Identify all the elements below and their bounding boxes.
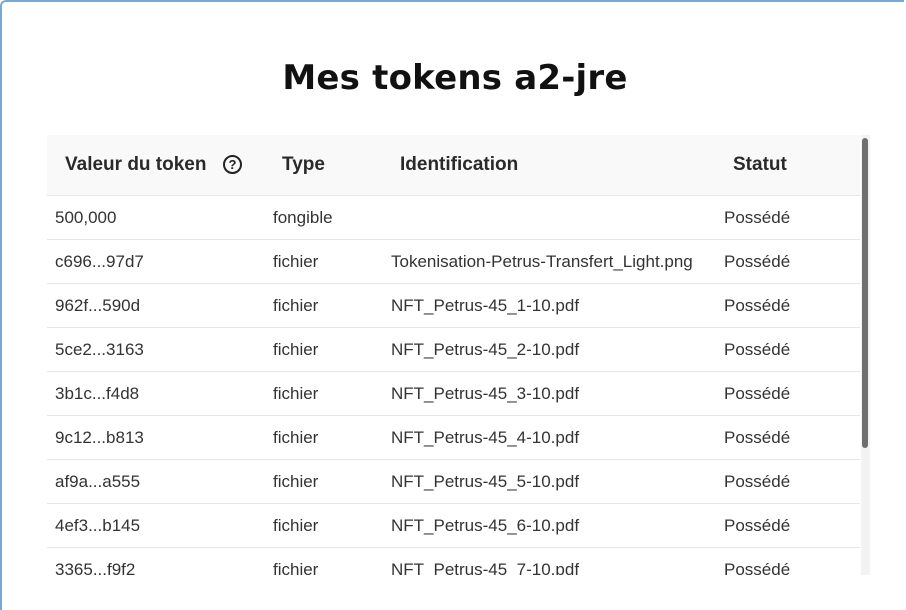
scrollbar-thumb[interactable] — [862, 138, 868, 448]
table-row[interactable]: 500,000 fongible Possédé — [47, 196, 860, 240]
cell-value: af9a...a555 — [55, 472, 141, 491]
cell-value: 3b1c...f4d8 — [55, 384, 140, 403]
cell-status: Possédé — [724, 384, 791, 403]
cell-status: Possédé — [724, 428, 791, 447]
cell-status: Possédé — [724, 560, 791, 575]
cell-status: Possédé — [724, 516, 791, 535]
cell-identification: NFT_Petrus-45_3-10.pdf — [391, 384, 580, 403]
cell-status: Possédé — [724, 296, 791, 315]
cell-value: 3365...f9f2 — [55, 560, 136, 575]
cell-value: 500,000 — [55, 208, 117, 227]
cell-value: 962f...590d — [55, 296, 141, 315]
cell-identification: NFT_Petrus-45_2-10.pdf — [391, 340, 580, 359]
cell-value: 4ef3...b145 — [55, 516, 141, 535]
table-row[interactable]: 9c12...b813 fichier NFT_Petrus-45_4-10.pdf… — [47, 416, 860, 460]
table-header-row: Valeur du token ? Type Identification St… — [47, 135, 860, 196]
cell-identification: NFT_Petrus-45_6-10.pdf — [391, 516, 580, 535]
table-row[interactable]: c696...97d7 fichier Tokenisation-Petrus-Tr… — [47, 240, 860, 284]
page-title: Mes tokens a2-jre — [282, 58, 628, 98]
cell-type: fichier — [273, 252, 319, 271]
cell-status: Possédé — [724, 472, 791, 491]
table-row[interactable]: 3365...f9f2 fichier NFT_Petrus-45_7-10.pdf… — [47, 548, 860, 575]
cell-type: fichier — [273, 296, 319, 315]
column-header-status[interactable]: Statut — [733, 154, 787, 176]
cell-identification: NFT_Petrus-45_4-10.pdf — [391, 428, 580, 447]
cell-value: 9c12...b813 — [55, 428, 144, 447]
cell-identification: NFT_Petrus-45_5-10.pdf — [391, 472, 580, 491]
help-icon[interactable]: ? — [223, 155, 242, 174]
cell-value: c696...97d7 — [55, 252, 144, 271]
table-row[interactable]: 3b1c...f4d8 fichier NFT_Petrus-45_3-10.pdf… — [47, 372, 860, 416]
dialog-window: Mes tokens a2-jre Valeur du token ? Type… — [0, 0, 904, 610]
cell-type: fichier — [273, 516, 319, 535]
cell-status: Possédé — [724, 340, 791, 359]
cell-type: fichier — [273, 472, 319, 491]
table-row[interactable]: af9a...a555 fichier NFT_Petrus-45_5-10.pdf… — [47, 460, 860, 504]
cell-type: fichier — [273, 560, 319, 575]
column-header-type[interactable]: Type — [282, 154, 325, 176]
column-header-identification[interactable]: Identification — [400, 154, 518, 176]
cell-status: Possédé — [724, 252, 791, 271]
cell-identification: NFT_Petrus-45_7-10.pdf — [391, 560, 580, 575]
cell-status: Possédé — [724, 208, 791, 227]
tokens-table: Valeur du token ? Type Identification St… — [47, 135, 860, 575]
column-header-value[interactable]: Valeur du token — [65, 154, 206, 176]
cell-type: fichier — [273, 340, 319, 359]
cell-type: fichier — [273, 384, 319, 403]
cell-identification: Tokenisation-Petrus-Transfert_Light.png — [391, 252, 693, 271]
table-row[interactable]: 962f...590d fichier NFT_Petrus-45_1-10.pdf… — [47, 284, 860, 328]
cell-identification: NFT_Petrus-45_1-10.pdf — [391, 296, 580, 315]
cell-type: fichier — [273, 428, 319, 447]
table-row[interactable]: 5ce2...3163 fichier NFT_Petrus-45_2-10.pdf… — [47, 328, 860, 372]
cell-value: 5ce2...3163 — [55, 340, 144, 359]
cell-type: fongible — [273, 208, 333, 227]
table-row[interactable]: 4ef3...b145 fichier NFT_Petrus-45_6-10.pdf… — [47, 504, 860, 548]
